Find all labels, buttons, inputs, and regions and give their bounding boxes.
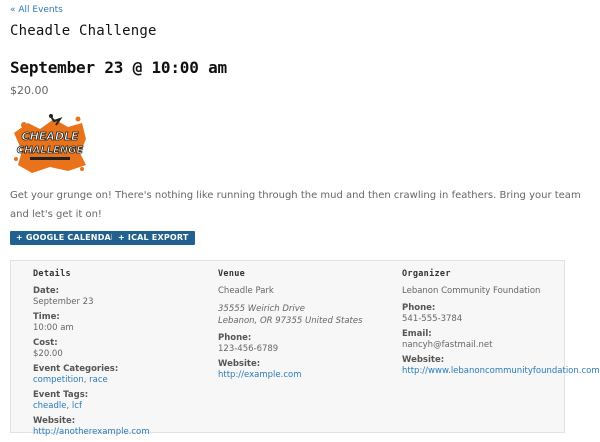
categories-label: Event Categories: <box>33 364 119 374</box>
cost-value: $20.00 <box>33 349 63 359</box>
venue-address-line1: 35555 Weirich Drive <box>218 304 306 314</box>
venue-website-label: Website: <box>218 359 261 369</box>
venue-phone: 123-456-6789 <box>218 344 279 354</box>
organizer-email-label: Email: <box>402 329 432 339</box>
tags-value: cheadle, lcf <box>33 401 82 411</box>
venue-address-line2: Lebanon, OR 97355 United States <box>218 316 363 326</box>
time-value: 10:00 am <box>33 323 74 333</box>
details-website-link[interactable]: http://anotherexample.com <box>33 427 150 437</box>
venue-column: Venue Cheadle Park 35555 Weirich Drive L… <box>218 269 363 385</box>
date-value: September 23 <box>33 297 94 307</box>
details-column: Details Date: September 23 Time: 10:00 a… <box>33 269 150 442</box>
google-calendar-button[interactable]: + GOOGLE CALENDAR <box>10 231 124 245</box>
organizer-website-label: Website: <box>402 355 445 365</box>
cost-label: Cost: <box>33 338 58 348</box>
date-label: Date: <box>33 286 60 296</box>
time-label: Time: <box>33 312 60 322</box>
cheadle-challenge-logo: CHEADLE CHALLENGE <box>14 114 86 173</box>
event-title: Cheadle Challenge <box>10 23 157 39</box>
event-description: Get your grunge on! There's nothing like… <box>10 190 581 220</box>
details-website-label: Website: <box>33 416 76 426</box>
organizer-column: Organizer Lebanon Community Foundation P… <box>402 269 600 381</box>
event-meta-box: Details Date: September 23 Time: 10:00 a… <box>10 260 600 437</box>
venue-website-link[interactable]: http://example.com <box>218 370 301 380</box>
all-events-link[interactable]: « All Events <box>10 5 63 15</box>
details-heading: Details <box>33 269 71 279</box>
organizer-phone-label: Phone: <box>402 303 436 313</box>
tag-link-lcf[interactable]: lcf <box>72 401 82 411</box>
tag-link-cheadle[interactable]: cheadle <box>33 401 67 411</box>
organizer-name: Lebanon Community Foundation <box>402 286 541 296</box>
venue-heading: Venue <box>218 269 246 279</box>
venue-name: Cheadle Park <box>218 286 274 296</box>
tags-label: Event Tags: <box>33 390 89 400</box>
organizer-phone: 541-555-3784 <box>402 314 463 324</box>
ical-export-button[interactable]: + ICAL EXPORT <box>112 231 195 245</box>
category-link-competition[interactable]: competition <box>33 375 84 385</box>
organizer-heading: Organizer <box>402 269 451 279</box>
logo-text-line2: CHALLENGE <box>17 145 84 156</box>
organizer-email: nancyh@fastmail.net <box>402 340 493 350</box>
venue-phone-label: Phone: <box>218 333 252 343</box>
organizer-website-link[interactable]: http://www.lebanoncommunityfoundation.co… <box>402 366 600 376</box>
categories-value: competition, race <box>33 375 108 385</box>
logo-text-line1: CHEADLE <box>22 130 79 143</box>
event-datetime: September 23 @ 10:00 am <box>10 58 227 77</box>
category-link-race[interactable]: race <box>89 375 108 385</box>
event-cost: $20.00 <box>10 84 49 97</box>
